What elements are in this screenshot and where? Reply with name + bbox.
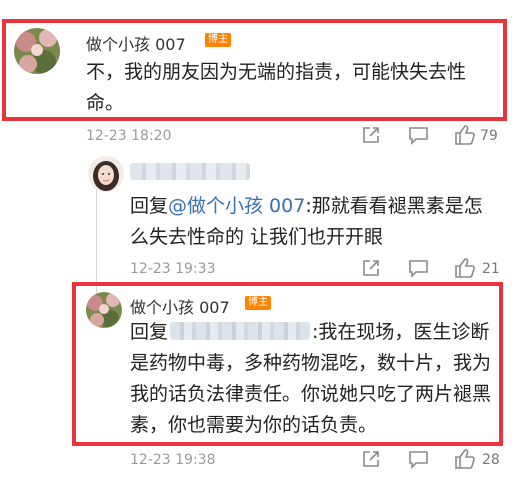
blurred-mention	[170, 322, 311, 340]
avatar[interactable]	[14, 28, 60, 74]
share-icon[interactable]	[361, 258, 381, 282]
blurred-username	[130, 163, 250, 180]
timestamp: 12-23 19:33	[130, 261, 216, 277]
username[interactable]: 做个小孩 007	[86, 31, 186, 55]
thumbs-up-icon[interactable]	[454, 124, 476, 150]
mention-link[interactable]: @做个小孩 007	[168, 195, 305, 217]
like-count: 28	[482, 452, 500, 468]
reply-prefix: 回复	[130, 321, 169, 343]
comment-icon[interactable]	[408, 258, 429, 282]
timestamp: 12-23 18:20	[86, 128, 172, 144]
share-icon[interactable]	[361, 125, 381, 149]
share-icon[interactable]	[361, 449, 381, 473]
avatar[interactable]	[88, 156, 124, 192]
comment-icon[interactable]	[408, 125, 429, 149]
thumbs-up-icon[interactable]	[454, 257, 476, 283]
thumbs-up-icon[interactable]	[454, 448, 476, 474]
reply-prefix: 回复	[130, 195, 169, 217]
comment-text: 不，我的朋友因为无端的指责，可能快失去性命。	[86, 61, 467, 114]
like-count: 79	[480, 128, 498, 144]
blogger-badge: 博主	[205, 33, 231, 47]
avatar[interactable]	[86, 292, 122, 328]
reply-text: 回复@做个小孩 007:那就看看褪黑素是怎么失去性命的 让我们也开开眼	[130, 191, 500, 253]
username[interactable]: 做个小孩 007	[130, 294, 230, 318]
timestamp: 12-23 19:38	[130, 452, 216, 468]
comment-icon[interactable]	[408, 449, 429, 473]
reply-text: 回复:我在现场，医生诊断是药物中毒，多种药物混吃，数十片，我为我的话负法律责任。…	[130, 317, 500, 441]
like-count: 21	[482, 261, 500, 277]
blogger-badge: 博主	[245, 296, 271, 310]
